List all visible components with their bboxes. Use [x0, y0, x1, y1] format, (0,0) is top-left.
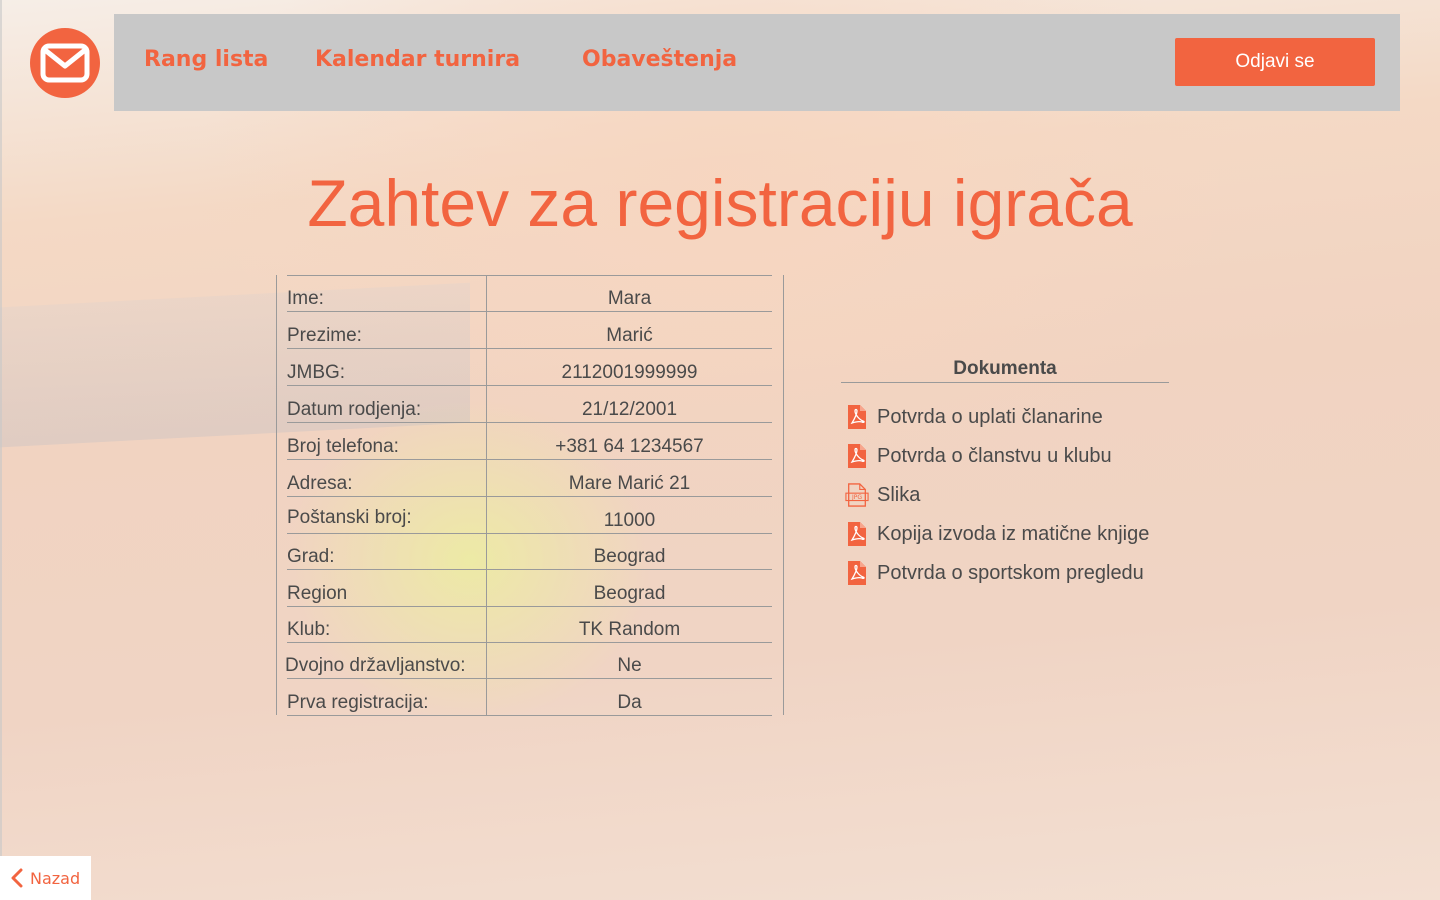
document-name: Slika [877, 483, 921, 506]
pdf-icon [845, 403, 869, 431]
row-label: Prezime: [287, 325, 362, 346]
row-label: Dvojno državljanstvo: [285, 655, 466, 676]
row-label: Poštanski broj: [287, 507, 412, 528]
documents-title: Dokumenta [841, 358, 1169, 383]
row-label: Region [287, 583, 348, 604]
row-value: 11000 [603, 510, 656, 531]
table-row: Dvojno državljanstvo: Ne [285, 642, 772, 679]
page-title: Zahtev za registraciju igrača [307, 166, 1133, 240]
row-label: Ime: [287, 288, 324, 309]
player-info-table: Ime: Mara Prezime: Marić JMBG: 211200199… [276, 275, 784, 716]
row-value: Mare Marić 21 [568, 473, 691, 494]
nav-kalendar-turnira[interactable]: Kalendar turnira [315, 47, 520, 72]
row-label: Broj telefona: [287, 436, 399, 457]
table-row: Poštanski broj: 11000 [287, 497, 772, 534]
row-value: +381 64 1234567 [555, 436, 704, 457]
chevron-left-icon [10, 868, 24, 888]
document-link[interactable]: JPG Slika [845, 480, 920, 510]
document-link[interactable]: Kopija izvoda iz matične knjige [845, 519, 1149, 549]
table-row: Grad: Beograd [287, 533, 772, 570]
row-label: Grad: [287, 546, 335, 567]
row-label: Klub: [287, 619, 331, 640]
table-row: JMBG: 2112001999999 [287, 349, 772, 386]
row-value: Marić [606, 325, 653, 346]
envelope-icon [40, 43, 90, 83]
row-value: Mara [607, 288, 652, 309]
document-link[interactable]: Potvrda o uplati članarine [845, 402, 1103, 432]
table-row: Prva registracija: Da [287, 679, 772, 716]
document-name: Potvrda o sportskom pregledu [877, 561, 1144, 584]
document-name: Potvrda o članstvu u klubu [877, 444, 1112, 467]
row-label: JMBG: [287, 362, 346, 383]
document-link[interactable]: Potvrda o članstvu u klubu [845, 441, 1112, 471]
logout-button[interactable]: Odjavi se [1175, 38, 1375, 86]
row-value: 21/12/2001 [581, 399, 678, 420]
row-value: Ne [617, 655, 642, 676]
row-value: TK Random [578, 619, 681, 640]
svg-text:JPG: JPG [851, 494, 862, 501]
row-label: Prva registracija: [287, 692, 429, 713]
left-edge [0, 0, 2, 900]
row-label: Adresa: [287, 473, 353, 494]
table-row: Ime: Mara [287, 275, 772, 312]
table-row: Adresa: Mare Marić 21 [287, 460, 772, 497]
top-navbar: Rang lista Kalendar turnira Obaveštenja … [114, 14, 1400, 111]
table-row: Klub: TK Random [287, 606, 772, 643]
row-value: Beograd [593, 583, 666, 604]
jpg-icon: JPG [845, 481, 869, 509]
document-name: Kopija izvoda iz matične knjige [877, 522, 1150, 545]
documents-panel: Dokumenta Potvrda o uplati članarine Pot… [841, 358, 1169, 585]
table-row: Datum rodjenja: 21/12/2001 [287, 386, 772, 423]
pdf-icon [845, 520, 869, 548]
row-value: Da [617, 692, 642, 713]
table-row: Prezime: Marić [287, 312, 772, 349]
back-button[interactable]: Nazad [0, 856, 91, 900]
document-link[interactable]: Potvrda o sportskom pregledu [845, 558, 1144, 588]
row-label: Datum rodjenja: [287, 399, 422, 420]
nav-rang-lista[interactable]: Rang lista [144, 47, 268, 72]
logo-button[interactable] [30, 28, 100, 98]
table-row: Region Beograd [287, 570, 772, 607]
row-value: 2112001999999 [561, 362, 698, 383]
nav-obavestenja[interactable]: Obaveštenja [582, 47, 737, 72]
pdf-icon [845, 559, 869, 587]
row-value: Beograd [593, 546, 666, 567]
table-row: Broj telefona: +381 64 1234567 [287, 423, 772, 460]
pdf-icon [845, 442, 869, 470]
document-name: Potvrda o uplati članarine [877, 405, 1103, 428]
back-label: Nazad [30, 868, 81, 888]
